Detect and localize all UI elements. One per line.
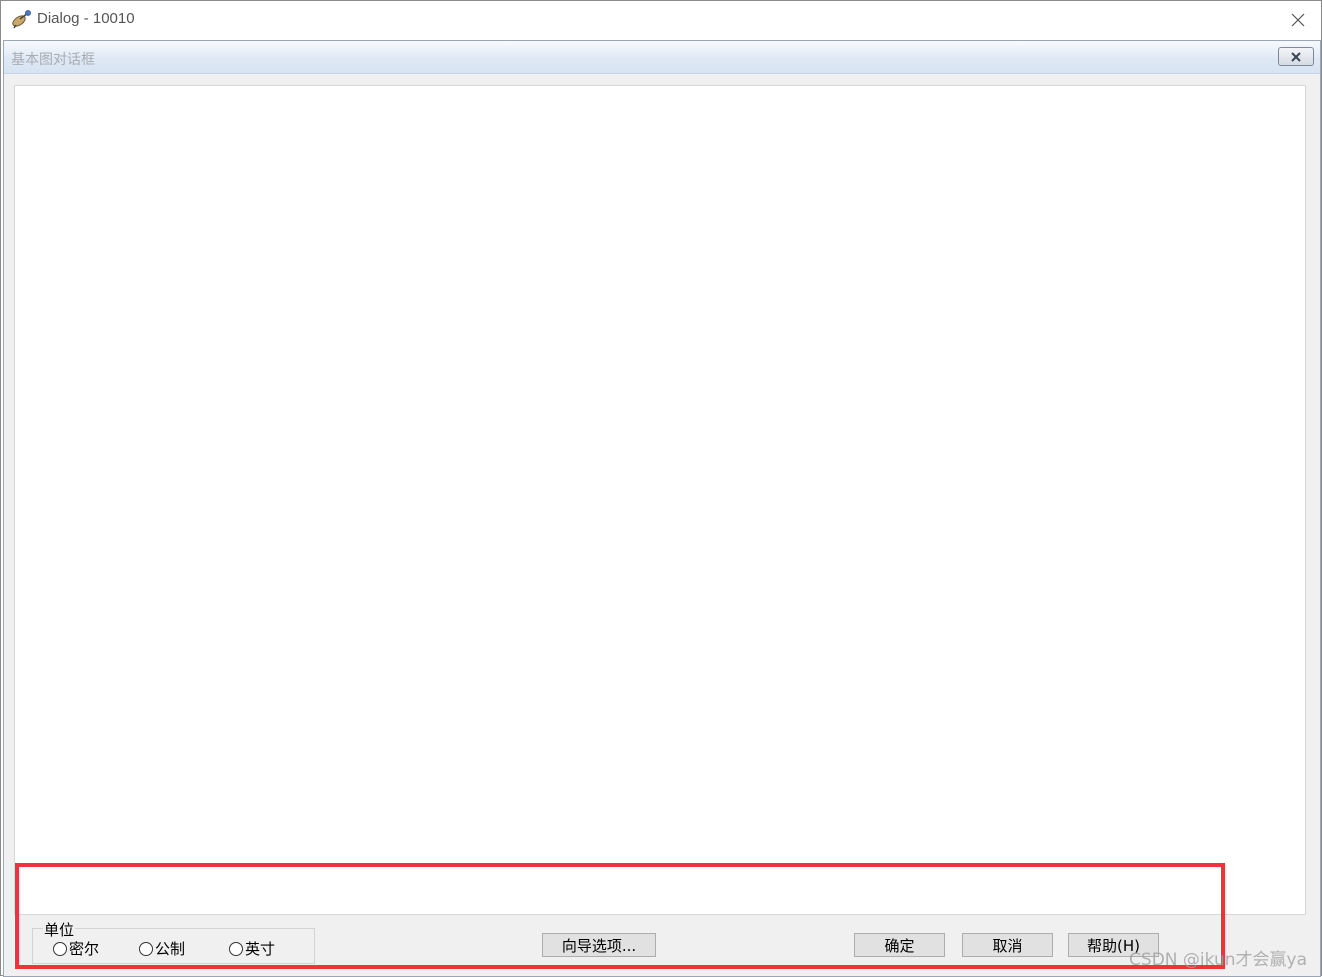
window-titlebar[interactable]: Dialog - 10010 [1,1,1321,39]
radio-inch[interactable]: 英寸 [229,938,275,959]
radio-circle[interactable] [139,941,153,956]
watermark-text: CSDN @ikun才会赢ya [1129,950,1307,970]
close-icon [1291,51,1301,62]
radio-mil[interactable]: 密尔 [53,938,99,959]
app-icon [11,9,33,29]
ok-button[interactable]: 确定 [854,933,945,957]
radio-circle[interactable] [53,941,67,956]
cancel-button[interactable]: 取消 [962,933,1053,957]
dialog-close-button[interactable] [1278,47,1314,66]
unit-group-legend: 单位 [43,919,76,940]
dialog-caption-bar[interactable]: 基本图对话框 [4,41,1320,74]
dialog-panel: 基本图对话框 单位 密尔 公制 英寸 向导选项... 确定 取消 帮助(H) [3,40,1321,977]
radio-inch-label: 英寸 [245,940,276,958]
radio-circle[interactable] [229,941,243,956]
app-window: Dialog - 10010 基本图对话框 单位 密尔 公制 英寸 向导选项..… [0,0,1322,977]
radio-metric[interactable]: 公制 [139,938,185,959]
radio-metric-label: 公制 [155,940,186,958]
dialog-caption-title: 基本图对话框 [11,52,95,68]
unit-groupbox: 单位 密尔 公制 英寸 [32,919,315,964]
preview-canvas[interactable] [14,85,1306,915]
radio-mil-label: 密尔 [69,940,100,958]
window-title: Dialog - 10010 [37,10,135,27]
wizard-options-button[interactable]: 向导选项... [542,933,656,957]
close-icon[interactable] [1283,5,1313,35]
